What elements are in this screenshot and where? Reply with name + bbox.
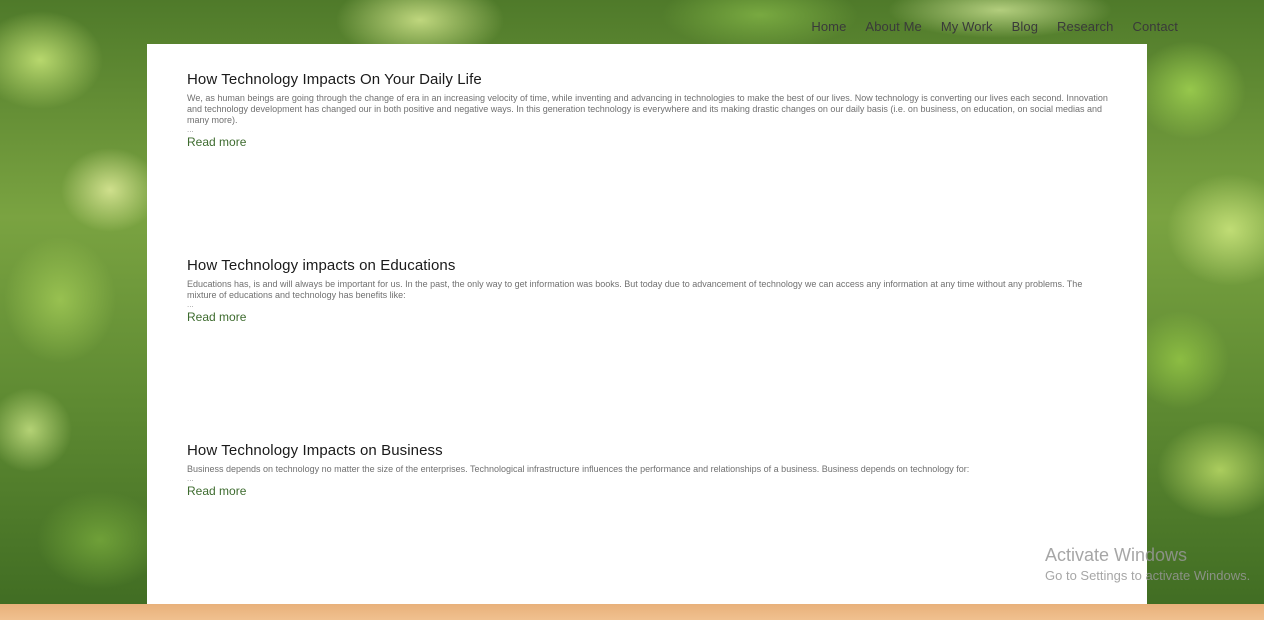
- nav-item-home[interactable]: Home: [811, 19, 846, 34]
- blog-post-daily-life: How Technology Impacts On Your Daily Lif…: [187, 71, 1112, 151]
- post-ellipsis: ...: [187, 474, 194, 483]
- watermark-title: Activate Windows: [1045, 545, 1188, 565]
- watermark-subtitle: Go to Settings to activate Windows.: [1045, 568, 1251, 583]
- post-ellipsis: ...: [187, 125, 194, 134]
- read-more-link[interactable]: Read more: [187, 484, 246, 498]
- nav-item-about-me[interactable]: About Me: [865, 19, 921, 34]
- post-ellipsis: ...: [187, 300, 194, 309]
- nav-item-research[interactable]: Research: [1057, 19, 1113, 34]
- read-more-link[interactable]: Read more: [187, 310, 246, 324]
- post-excerpt: We, as human beings are going through th…: [187, 93, 1108, 125]
- read-more-link[interactable]: Read more: [187, 135, 246, 149]
- post-excerpt: Business depends on technology no matter…: [187, 464, 970, 474]
- blog-content-panel: How Technology Impacts On Your Daily Lif…: [147, 44, 1147, 604]
- blog-post-business: How Technology Impacts on Business Busin…: [187, 442, 1112, 500]
- post-title[interactable]: How Technology impacts on Educations: [187, 257, 1112, 274]
- post-title[interactable]: How Technology Impacts On Your Daily Lif…: [187, 71, 1112, 88]
- top-navigation: Home About Me My Work Blog Research Cont…: [811, 19, 1178, 34]
- nav-item-my-work[interactable]: My Work: [941, 19, 993, 34]
- background-floor-strip: [0, 604, 1264, 620]
- activate-windows-watermark: Activate Windows Go to Settings to activ…: [1045, 545, 1250, 583]
- nav-item-contact[interactable]: Contact: [1132, 19, 1178, 34]
- post-title[interactable]: How Technology Impacts on Business: [187, 442, 1112, 459]
- post-excerpt: Educations has, is and will always be im…: [187, 279, 1083, 300]
- blog-post-educations: How Technology impacts on Educations Edu…: [187, 257, 1112, 326]
- nav-item-blog[interactable]: Blog: [1012, 19, 1038, 34]
